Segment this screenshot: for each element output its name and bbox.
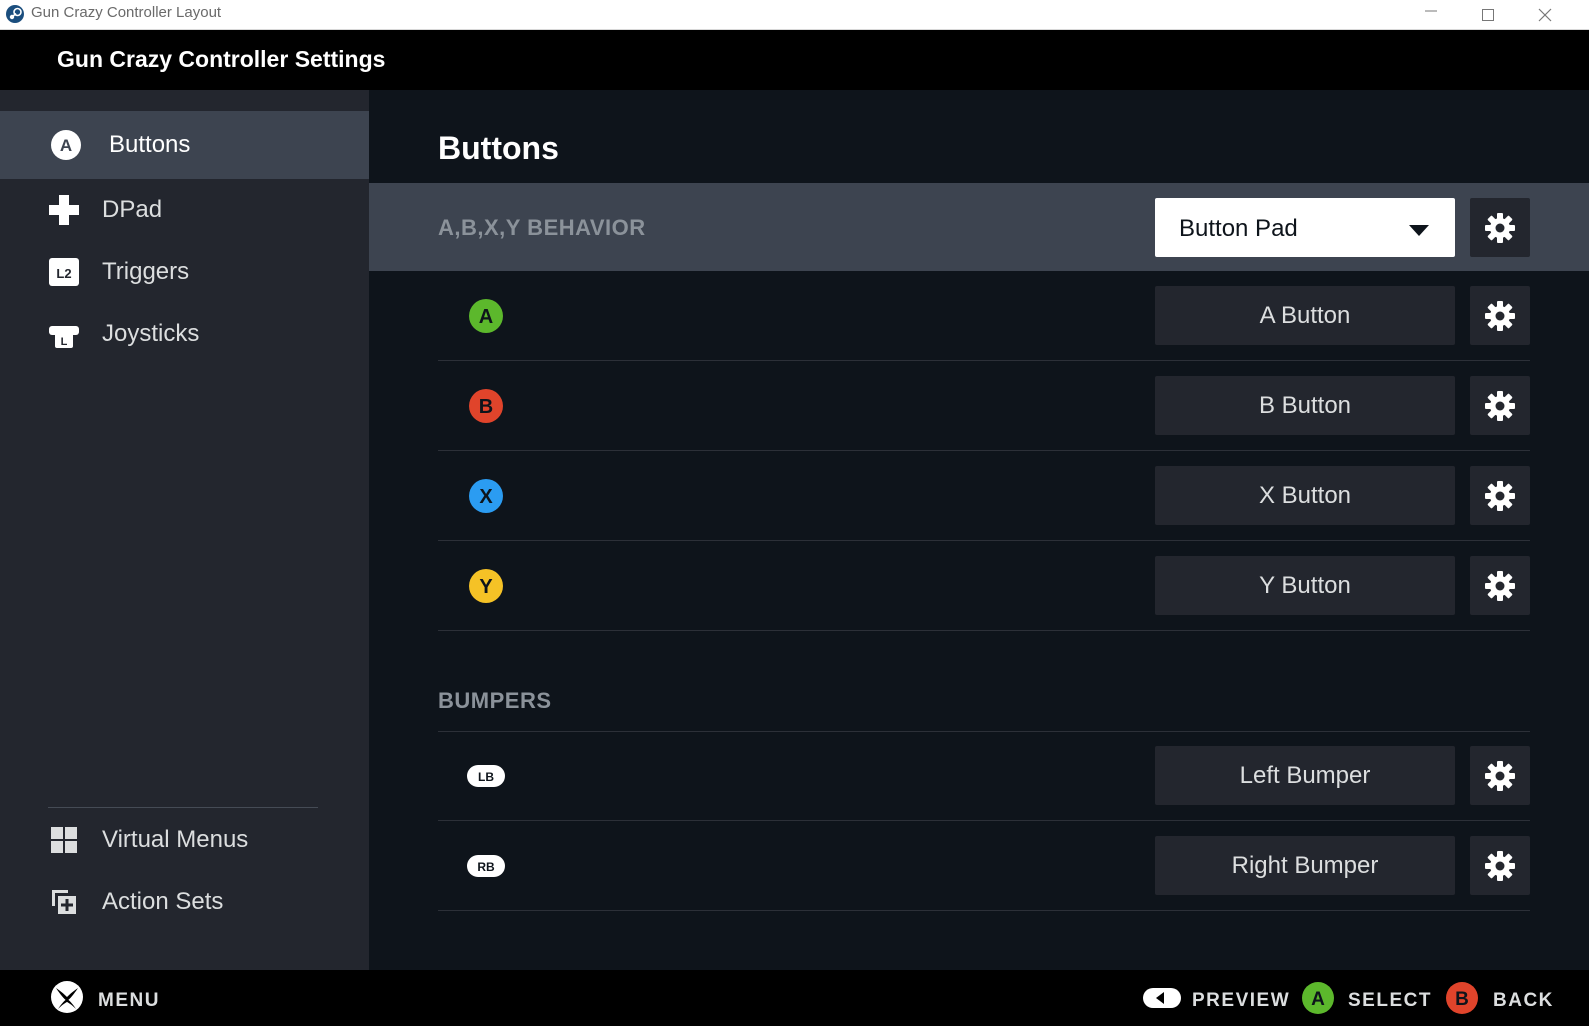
rb-bumper-icon: RB (467, 855, 505, 877)
minimize-icon (1425, 10, 1437, 12)
svg-text:L: L (61, 336, 68, 348)
svg-text:A: A (60, 136, 72, 155)
rb-binding-button[interactable]: Right Bumper (1155, 836, 1455, 895)
gear-icon (1485, 571, 1515, 601)
behavior-label: A,B,X,Y BEHAVIOR (438, 215, 646, 240)
sidebar-item-action-sets[interactable]: Action Sets (0, 871, 369, 933)
sidebar-item-label: Buttons (109, 131, 191, 158)
b-settings-button[interactable] (1470, 376, 1530, 435)
a-button-icon: A (51, 130, 81, 160)
svg-text:RB: RB (477, 860, 495, 874)
binding-row-b: B B Button (438, 361, 1530, 451)
lb-bumper-icon: LB (467, 765, 505, 787)
app-title: Gun Crazy Controller Settings (57, 46, 386, 72)
a-binding-button[interactable]: A Button (1155, 286, 1455, 345)
behavior-settings-button[interactable] (1470, 198, 1530, 257)
action-sets-icon (52, 890, 76, 914)
a-button-icon: A (1302, 982, 1334, 1014)
svg-text:X: X (479, 486, 493, 508)
minimize-button[interactable] (1402, 0, 1460, 30)
menu-hint-label: MENU (98, 990, 160, 1011)
app-header: Gun Crazy Controller Settings (0, 30, 1589, 90)
select-hint-label: SELECT (1348, 990, 1432, 1011)
xbox-logo-icon (51, 981, 83, 1013)
sidebar-item-label: Virtual Menus (102, 826, 249, 853)
close-button[interactable] (1516, 0, 1574, 30)
a-settings-button[interactable] (1470, 286, 1530, 345)
main-panel: Buttons A,B,X,Y BEHAVIOR Button Pad A A … (369, 90, 1589, 970)
dpad-icon (49, 195, 79, 225)
virtual-menus-icon (51, 827, 77, 853)
joystick-icon: L (49, 326, 79, 348)
y-button-icon: Y (469, 569, 503, 603)
page-title: Buttons (438, 130, 559, 166)
sidebar-item-triggers[interactable]: L2 Triggers (0, 241, 369, 303)
select-hint[interactable]: A SELECT (1301, 970, 1431, 1026)
svg-text:LB: LB (478, 770, 494, 784)
window-title: Gun Crazy Controller Layout (31, 4, 222, 21)
sidebar-item-virtual-menus[interactable]: Virtual Menus (0, 809, 369, 871)
x-binding-button[interactable]: X Button (1155, 466, 1455, 525)
gear-icon (1485, 213, 1515, 243)
sidebar-divider (48, 807, 318, 808)
sidebar-item-label: Triggers (102, 258, 190, 285)
view-button-icon (1143, 988, 1181, 1008)
a-button-icon: A (469, 299, 503, 333)
chevron-down-icon (1409, 225, 1429, 236)
b-button-icon: B (1446, 982, 1478, 1014)
l2-trigger-icon: L2 (49, 258, 79, 286)
sidebar-item-label: Joysticks (102, 320, 200, 347)
sidebar: A Buttons DPad L2 Triggers L Joysticks V… (0, 90, 369, 970)
binding-row-a: A A Button (438, 271, 1530, 361)
steam-icon (6, 5, 24, 23)
lb-binding-button[interactable]: Left Bumper (1155, 746, 1455, 805)
rb-settings-button[interactable] (1470, 836, 1530, 895)
x-settings-button[interactable] (1470, 466, 1530, 525)
sidebar-item-label: DPad (102, 196, 163, 223)
svg-text:B: B (479, 396, 493, 418)
select-glyph: A (1311, 989, 1325, 1010)
y-settings-button[interactable] (1470, 556, 1530, 615)
footer-hint-bar: MENU PREVIEW A SELECT B BACK (0, 970, 1589, 1026)
gear-icon (1485, 481, 1515, 511)
maximize-button[interactable] (1459, 0, 1517, 30)
bumpers-label: BUMPERS (438, 688, 552, 713)
sidebar-item-label: Action Sets (102, 888, 224, 915)
back-hint[interactable]: B BACK (1445, 970, 1555, 1026)
binding-row-rb: RB Right Bumper (438, 821, 1530, 911)
svg-text:Y: Y (479, 576, 493, 598)
gear-icon (1485, 761, 1515, 791)
sidebar-item-buttons[interactable]: A Buttons (0, 111, 369, 179)
preview-hint-label: PREVIEW (1192, 990, 1291, 1011)
lb-settings-button[interactable] (1470, 746, 1530, 805)
svg-text:A: A (479, 306, 493, 328)
gear-icon (1485, 851, 1515, 881)
binding-row-lb: LB Left Bumper (438, 731, 1530, 821)
b-binding-button[interactable]: B Button (1155, 376, 1455, 435)
maximize-icon (1482, 9, 1494, 21)
behavior-row: A,B,X,Y BEHAVIOR Button Pad (369, 183, 1589, 271)
gear-icon (1485, 301, 1515, 331)
back-glyph: B (1455, 989, 1469, 1010)
behavior-dropdown-value: Button Pad (1179, 215, 1298, 242)
sidebar-item-joysticks[interactable]: L Joysticks (0, 303, 369, 365)
gear-icon (1485, 391, 1515, 421)
preview-hint[interactable]: PREVIEW (1142, 970, 1289, 1026)
svg-text:L2: L2 (56, 266, 71, 281)
sidebar-item-dpad[interactable]: DPad (0, 179, 369, 241)
menu-hint[interactable]: MENU (48, 970, 168, 1026)
y-binding-button[interactable]: Y Button (1155, 556, 1455, 615)
x-button-icon: X (469, 479, 503, 513)
close-icon (1538, 8, 1552, 22)
back-hint-label: BACK (1493, 990, 1554, 1011)
b-button-icon: B (469, 389, 503, 423)
binding-row-x: X X Button (438, 451, 1530, 541)
behavior-dropdown[interactable]: Button Pad (1155, 198, 1455, 257)
window-titlebar: Gun Crazy Controller Layout (0, 0, 1589, 30)
binding-row-y: Y Y Button (438, 541, 1530, 631)
